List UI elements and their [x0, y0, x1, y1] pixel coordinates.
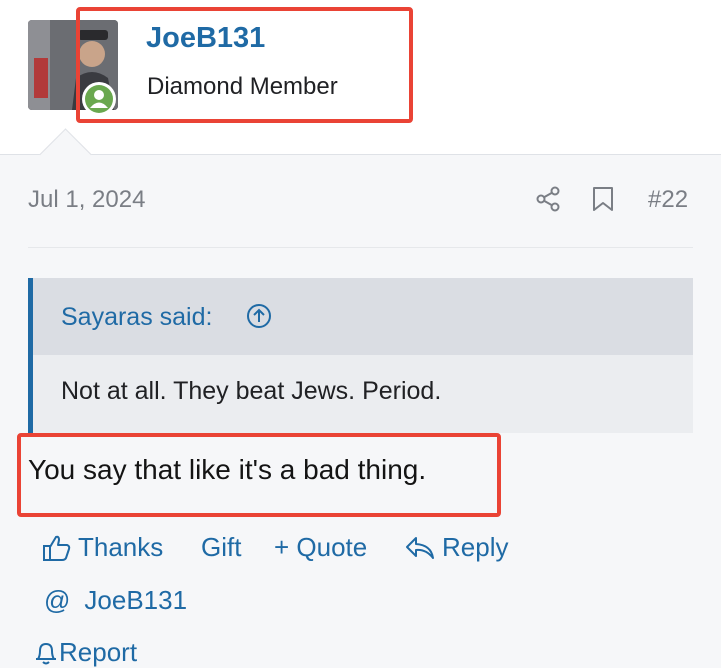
- quote-author-link[interactable]: Sayaras said:: [61, 303, 212, 332]
- gift-label: Gift: [201, 532, 242, 562]
- share-icon[interactable]: [535, 186, 561, 212]
- bookmark-icon[interactable]: [592, 186, 614, 212]
- report-label: Report: [59, 637, 138, 667]
- at-icon: @: [44, 585, 71, 615]
- username-link[interactable]: JoeB131: [146, 22, 265, 55]
- thanks-button[interactable]: Thanks: [42, 532, 163, 563]
- quote-header: Sayaras said:: [33, 278, 693, 355]
- report-button[interactable]: Report: [33, 637, 137, 668]
- quote-arrow-icon[interactable]: [246, 303, 272, 329]
- mention-button[interactable]: @ JoeB131: [44, 585, 187, 616]
- quote-block: Sayaras said: Not at all. They beat Jews…: [28, 278, 693, 433]
- user-title: Diamond Member: [147, 73, 338, 100]
- quote-button[interactable]: + Quote: [274, 532, 367, 563]
- mention-username: JoeB131: [84, 585, 188, 615]
- thanks-label: Thanks: [78, 532, 164, 562]
- reply-button[interactable]: Reply: [404, 532, 508, 563]
- bell-icon: [36, 642, 56, 664]
- reply-arrow-icon: [406, 536, 434, 559]
- quote-text: Not at all. They beat Jews. Period.: [61, 377, 442, 405]
- quote-label: + Quote: [274, 532, 368, 562]
- post-number-link[interactable]: #22: [648, 186, 688, 214]
- reply-label: Reply: [442, 532, 509, 562]
- post-body-text: You say that like it's a bad thing.: [28, 454, 427, 485]
- gift-button[interactable]: Gift: [201, 532, 241, 563]
- post-date[interactable]: Jul 1, 2024: [28, 186, 145, 214]
- thumbs-up-icon: [43, 535, 71, 561]
- divider: [28, 247, 693, 248]
